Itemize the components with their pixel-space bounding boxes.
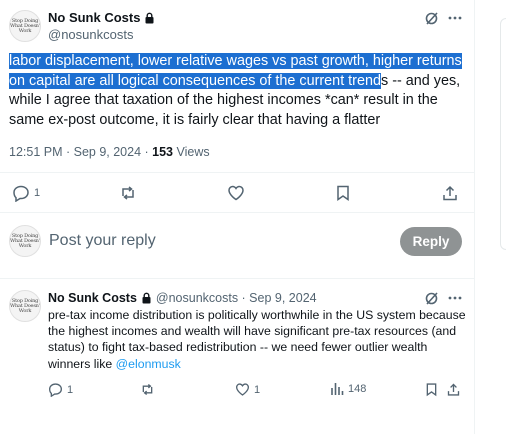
more-options-icon[interactable]	[447, 10, 463, 26]
analytics-icon	[330, 382, 344, 396]
more-options-icon[interactable]	[447, 290, 463, 306]
reply-count: 1	[34, 187, 41, 199]
share-icon[interactable]	[441, 184, 459, 202]
grok-icon[interactable]	[424, 10, 440, 26]
avatar-logo-text: Stop Doing What Doesn't Work	[10, 18, 41, 34]
bookmark-icon[interactable]	[424, 382, 439, 397]
reply-icon	[48, 382, 63, 397]
reply-author-handle-date[interactable]: @nosunkcosts · Sep 9, 2024	[156, 291, 317, 305]
reply-input[interactable]: Post your reply	[49, 232, 156, 250]
author-name-row[interactable]: No Sunk Costs	[48, 10, 155, 25]
like-action[interactable]: 1	[235, 382, 260, 397]
reply-author-row: No Sunk Costs @nosunkcosts · Sep 9, 2024	[48, 291, 317, 305]
repost-icon[interactable]	[140, 382, 155, 397]
timestamp[interactable]: 12:51 PM · Sep 9, 2024 ·	[9, 145, 152, 159]
reply-action[interactable]: 1	[48, 382, 73, 397]
reply-button[interactable]: Reply	[400, 227, 462, 256]
grok-icon[interactable]	[424, 290, 440, 306]
like-icon	[235, 382, 250, 397]
divider	[0, 172, 474, 173]
views-count: 153	[152, 145, 173, 159]
author-handle[interactable]: @nosunkcosts	[48, 27, 133, 42]
repost-icon[interactable]	[119, 184, 137, 202]
composer-avatar[interactable]: Stop Doing What Doesn't Work	[9, 225, 41, 257]
author-avatar[interactable]: Stop Doing What Doesn't Work	[9, 10, 41, 42]
reply-icon	[12, 184, 30, 202]
bookmark-icon[interactable]	[334, 184, 352, 202]
views-label: Views	[176, 145, 210, 159]
reply-count: 1	[67, 383, 74, 396]
like-count: 1	[254, 383, 261, 396]
share-icon[interactable]	[446, 382, 461, 397]
views-count: 148	[348, 383, 367, 395]
reply-text: pre-tax income distribution is political…	[48, 308, 466, 371]
timeline-border	[474, 0, 475, 434]
lock-icon	[141, 292, 152, 304]
divider	[0, 212, 474, 213]
reply-action[interactable]: 1	[12, 184, 40, 202]
divider	[0, 278, 474, 279]
lock-icon	[144, 12, 155, 24]
avatar-logo-text: Stop Doing What Doesn't Work	[10, 298, 41, 314]
reply-author-name[interactable]: No Sunk Costs	[48, 291, 137, 305]
tweet-text: labor displacement, lower relative wages…	[9, 52, 471, 130]
tweet-meta: 12:51 PM · Sep 9, 2024 · 153 Views	[9, 145, 210, 159]
views-action[interactable]: 148	[330, 382, 366, 396]
mention-link[interactable]: @elonmusk	[116, 357, 181, 371]
author-display-name[interactable]: No Sunk Costs	[48, 10, 140, 25]
reply-tweet-text: pre-tax income distribution is political…	[48, 307, 468, 372]
avatar-logo-text: Stop Doing What Doesn't Work	[10, 233, 41, 249]
sidebar-card-edge	[500, 18, 506, 250]
reply-author-avatar[interactable]: Stop Doing What Doesn't Work	[9, 290, 41, 322]
like-icon[interactable]	[227, 184, 245, 202]
